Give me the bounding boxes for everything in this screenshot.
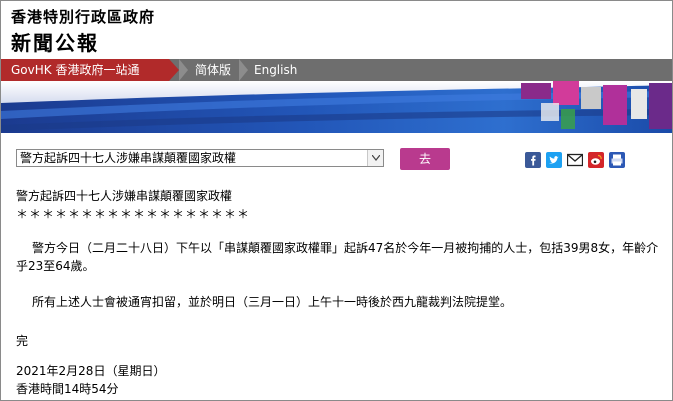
twitter-icon[interactable] [546, 152, 562, 168]
weibo-icon[interactable] [588, 152, 604, 168]
masthead: 香港特別行政區政府 新聞公報 [1, 1, 672, 59]
simplified-chinese-link[interactable]: 简体版 [195, 59, 231, 81]
press-release-toolbar: 警方起訴四十七人涉嫌串謀顛覆國家政權 去 [1, 133, 672, 183]
release-time: 香港時間14時54分 [16, 382, 119, 396]
release-date: 2021年2月28日（星期日） [16, 364, 166, 378]
org-name: 香港特別行政區政府 [11, 8, 156, 26]
section-title: 新聞公報 [11, 31, 99, 55]
banner-graphic [1, 81, 672, 133]
nav-separator [179, 59, 188, 81]
press-release-select[interactable]: 警方起訴四十七人涉嫌串謀顛覆國家政權 [16, 149, 384, 167]
press-release-heading: 警方起訴四十七人涉嫌串謀顛覆國家政權 [16, 189, 233, 203]
english-link[interactable]: English [254, 59, 297, 81]
header-banner [1, 81, 672, 133]
print-icon[interactable] [609, 152, 625, 168]
facebook-icon[interactable] [525, 152, 541, 168]
email-icon[interactable] [566, 152, 584, 168]
chevron-down-icon[interactable] [367, 150, 383, 166]
paragraph: 警方今日（二月二十八日）下午以「串謀顛覆國家政權罪」起訴47名於今年一月被拘捕的… [16, 241, 659, 273]
paragraph: 所有上述人士會被通宵扣留，並於明日（三月一日）上午十一時後於西九龍裁判法院提堂。 [32, 295, 513, 309]
govhk-link[interactable]: GovHK 香港政府一站通 [1, 59, 179, 81]
end-mark: 完 [16, 334, 29, 348]
go-button[interactable]: 去 [400, 148, 450, 170]
press-release-page: 香港特別行政區政府 新聞公報 GovHK 香港政府一站通 简体版 English [0, 0, 673, 401]
select-value: 警方起訴四十七人涉嫌串謀顛覆國家政權 [20, 151, 237, 165]
nav-separator [239, 59, 248, 81]
top-nav: GovHK 香港政府一站通 简体版 English [1, 59, 672, 81]
heading-divider: ＊＊＊＊＊＊＊＊＊＊＊＊＊＊＊＊＊＊ [16, 207, 251, 221]
